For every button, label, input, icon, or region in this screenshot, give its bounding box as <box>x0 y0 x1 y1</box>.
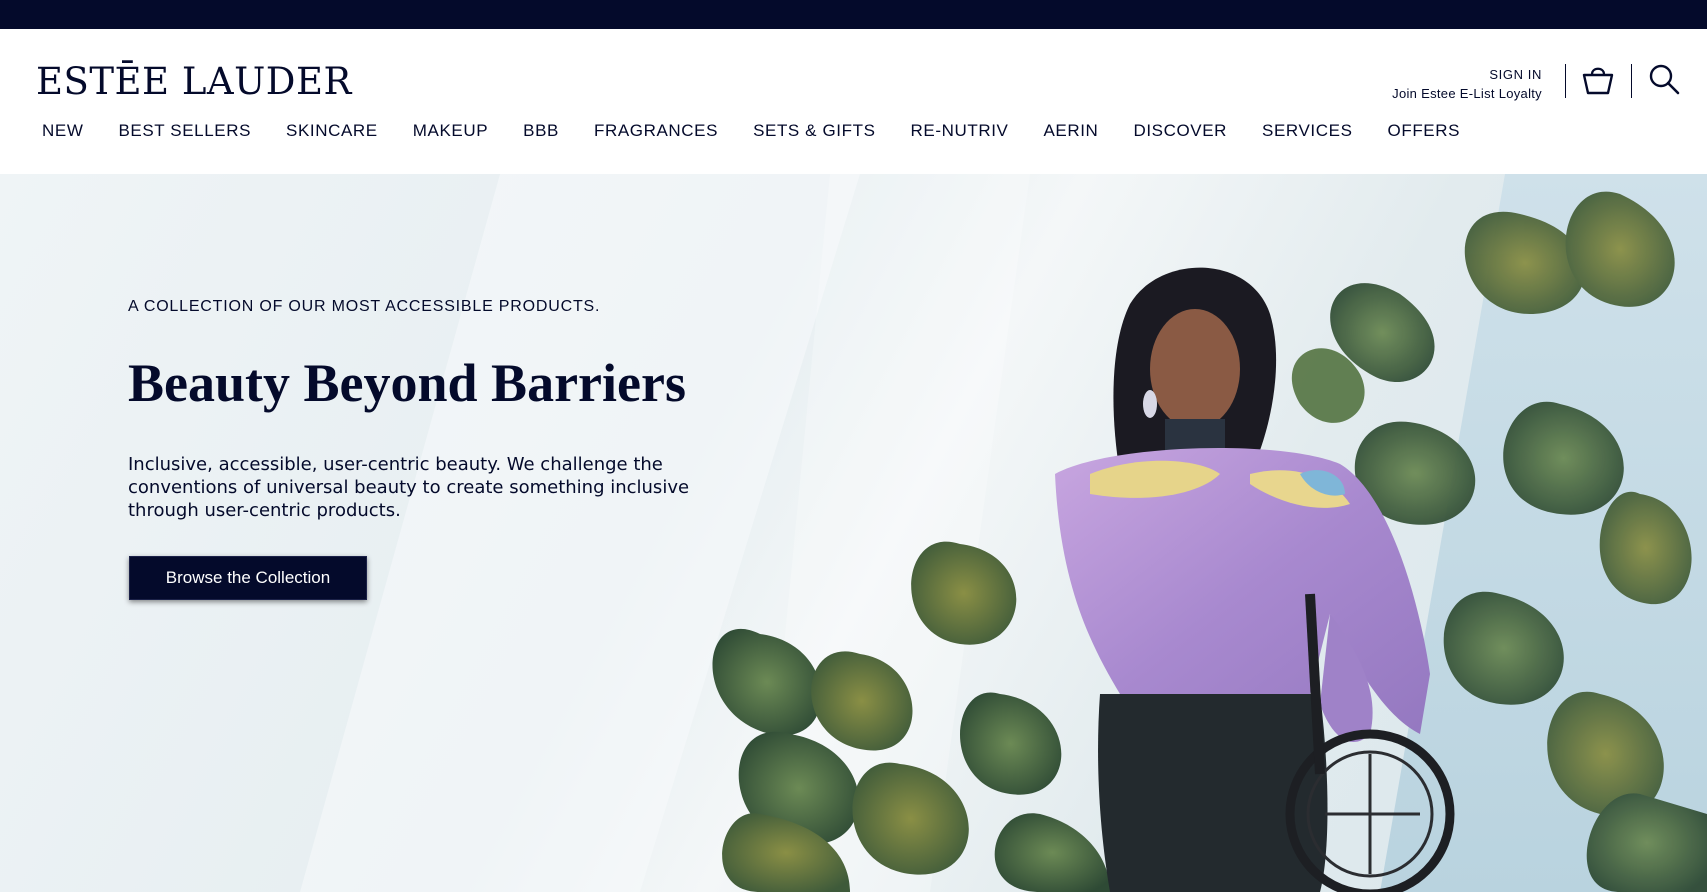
account-links: SIGN IN Join Estee E-List Loyalty <box>1392 65 1542 103</box>
nav-item-re-nutriv[interactable]: RE-NUTRIV <box>911 121 1009 141</box>
nav-item-services[interactable]: SERVICES <box>1262 121 1352 141</box>
shopping-bag-icon[interactable] <box>1581 62 1615 96</box>
nav-item-bbb[interactable]: BBB <box>523 121 559 141</box>
browse-collection-button[interactable]: Browse the Collection <box>129 556 367 600</box>
nav-item-fragrances[interactable]: FRAGRANCES <box>594 121 718 141</box>
header-divider <box>1631 64 1632 98</box>
nav-item-skincare[interactable]: SKINCARE <box>286 121 378 141</box>
nav-item-sets-gifts[interactable]: SETS & GIFTS <box>753 121 875 141</box>
sign-in-link[interactable]: SIGN IN <box>1392 65 1542 84</box>
nav-item-offers[interactable]: OFFERS <box>1388 121 1461 141</box>
top-banner-strip <box>0 0 1707 29</box>
hero-image <box>300 174 1707 892</box>
nav-item-discover[interactable]: DISCOVER <box>1133 121 1227 141</box>
brand-logo[interactable]: ESTĒE LAUDER <box>36 60 352 103</box>
nav-item-makeup[interactable]: MAKEUP <box>413 121 488 141</box>
hero-eyebrow: A COLLECTION OF OUR MOST ACCESSIBLE PROD… <box>128 298 601 315</box>
main-navigation: NEW BEST SELLERS SKINCARE MAKEUP BBB FRA… <box>42 121 1460 141</box>
hero-banner: A COLLECTION OF OUR MOST ACCESSIBLE PROD… <box>0 174 1707 892</box>
site-header: ESTĒE LAUDER SIGN IN Join Estee E-List L… <box>0 29 1707 174</box>
nav-item-aerin[interactable]: AERIN <box>1043 121 1098 141</box>
header-divider <box>1565 64 1566 98</box>
hero-headline: Beauty Beyond Barriers <box>128 353 686 413</box>
hero-description: Inclusive, accessible, user-centric beau… <box>128 454 690 521</box>
loyalty-join-link[interactable]: Join Estee E-List Loyalty <box>1392 84 1542 103</box>
search-icon[interactable] <box>1647 63 1681 97</box>
nav-item-best-sellers[interactable]: BEST SELLERS <box>118 121 251 141</box>
nav-item-new[interactable]: NEW <box>42 121 83 141</box>
